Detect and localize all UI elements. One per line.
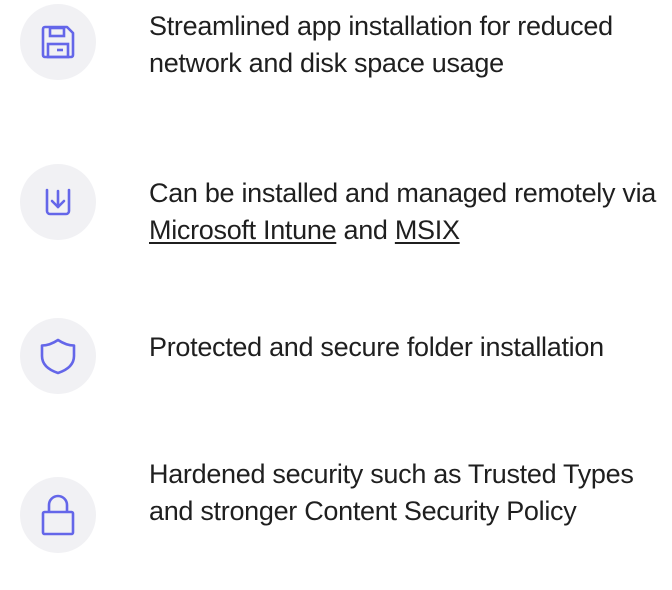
floppy-disk-icon-container xyxy=(20,4,96,80)
feature-text-before: Can be installed and managed remotely vi… xyxy=(149,178,657,208)
floppy-disk-icon xyxy=(41,25,75,59)
msix-link[interactable]: MSIX xyxy=(395,215,460,245)
feature-text: Protected and secure folder installation xyxy=(149,332,604,362)
feature-text-middle: and xyxy=(336,215,395,245)
feature-text: Can be installed and managed remotely vi… xyxy=(149,175,671,249)
feature-text: Streamlined app installation for reduced… xyxy=(149,11,613,78)
feature-list: Streamlined app installation for reduced… xyxy=(0,0,672,590)
lock-icon xyxy=(41,494,75,536)
download-icon xyxy=(45,188,71,216)
microsoft-intune-link[interactable]: Microsoft Intune xyxy=(149,215,337,245)
shield-icon-container xyxy=(20,318,96,394)
shield-icon xyxy=(40,338,76,375)
download-icon-container xyxy=(20,164,96,240)
feature-text: Hardened security such as Trusted Types … xyxy=(149,459,634,526)
lock-icon-container xyxy=(20,477,96,553)
